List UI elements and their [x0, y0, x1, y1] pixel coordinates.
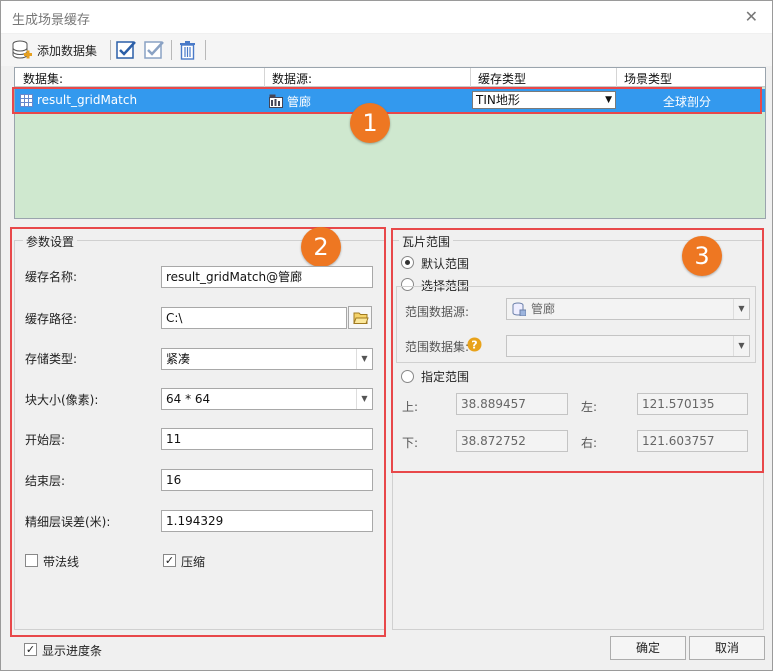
add-dataset-button[interactable]: 添加数据集 [11, 38, 97, 62]
top-input[interactable]: 38.889457 [456, 393, 568, 415]
cache-name-input[interactable]: result_gridMatch@管廊 [161, 266, 373, 288]
dialog-title: 生成场景缓存 [12, 13, 91, 28]
toolbar-separator [110, 40, 111, 60]
show-progress-label: 显示进度条 [42, 644, 103, 658]
annotation-badge-2: 2 [301, 227, 341, 267]
chevron-down-icon: ▼ [733, 336, 749, 356]
normal-checkbox[interactable] [25, 554, 38, 567]
bottom-label: 下: [402, 436, 419, 450]
close-icon[interactable]: ✕ [745, 7, 758, 26]
svg-text:?: ? [471, 339, 477, 352]
col-datasource[interactable]: 数据源: [272, 70, 312, 87]
left-label: 左: [581, 400, 598, 414]
checkbox-outline-icon [144, 41, 164, 59]
trash-icon [180, 41, 195, 60]
show-progress-checkbox[interactable]: ✓ [24, 643, 37, 656]
block-size-label: 块大小(像素): [25, 393, 99, 407]
dialog-window: 生成场景缓存 ✕ 添加数据集 数据集: 数据源: 缓存类型 场景类型 resul… [0, 0, 773, 671]
select-all-button[interactable] [115, 38, 137, 62]
cache-path-input[interactable]: C:\ [161, 307, 347, 329]
fine-error-input[interactable]: 1.194329 [161, 510, 373, 532]
specify-range-label: 指定范围 [421, 370, 470, 384]
toolbar-separator [171, 40, 172, 60]
column-divider [264, 68, 265, 87]
add-dataset-label: 添加数据集 [37, 43, 98, 58]
toolbar: 添加数据集 [1, 34, 772, 66]
annotation-badge-1: 1 [350, 103, 390, 143]
annotation-badge-3: 3 [682, 236, 722, 276]
column-divider [470, 68, 471, 87]
fine-error-label: 精细层误差(米): [25, 515, 111, 529]
specify-range-radio[interactable] [401, 370, 414, 383]
database-add-icon [12, 40, 32, 59]
normal-label: 带法线 [43, 555, 80, 569]
invert-select-button[interactable] [143, 38, 165, 62]
delete-button[interactable] [177, 38, 199, 62]
range-datasource-label: 范围数据源: [405, 305, 470, 319]
range-dataset-label: 范围数据集: [405, 340, 470, 354]
storage-type-value: 紧凑 [166, 352, 191, 366]
chevron-down-icon: ▼ [733, 299, 749, 319]
cancel-button[interactable]: 取消 [689, 636, 765, 660]
column-divider [616, 68, 617, 87]
annotation-box-1 [12, 87, 762, 114]
range-dataset-select[interactable]: ▼ [506, 335, 750, 357]
right-input[interactable]: 121.603757 [637, 430, 748, 452]
block-size-value: 64 * 64 [166, 392, 211, 406]
start-level-input[interactable]: 11 [161, 428, 373, 450]
col-cache-type[interactable]: 缓存类型 [478, 70, 526, 87]
col-scene-type[interactable]: 场景类型 [624, 70, 672, 87]
bottom-input[interactable]: 38.872752 [456, 430, 568, 452]
left-input[interactable]: 121.570135 [637, 393, 748, 415]
start-level-label: 开始层: [25, 433, 66, 447]
compress-checkbox[interactable]: ✓ [163, 554, 176, 567]
top-label: 上: [402, 400, 419, 414]
ok-button[interactable]: 确定 [610, 636, 686, 660]
datasource-icon [512, 302, 526, 316]
toolbar-separator [205, 40, 206, 60]
help-icon[interactable]: ? [467, 337, 482, 352]
compress-label: 压缩 [181, 555, 206, 569]
right-label: 右: [581, 436, 598, 450]
title-bar: 生成场景缓存 ✕ [1, 1, 772, 33]
col-dataset[interactable]: 数据集: [23, 70, 63, 87]
browse-button[interactable] [348, 306, 372, 329]
default-range-label: 默认范围 [421, 257, 470, 271]
folder-open-icon [353, 312, 369, 324]
cache-path-label: 缓存路径: [25, 312, 78, 326]
range-datasource-select[interactable]: 管廊 ▼ [506, 298, 750, 320]
storage-type-select[interactable]: 紧凑 ▼ [161, 348, 373, 370]
storage-type-label: 存储类型: [25, 352, 78, 366]
chevron-down-icon: ▼ [356, 389, 372, 409]
range-datasource-value: 管廊 [531, 302, 556, 316]
cache-name-label: 缓存名称: [25, 270, 78, 284]
checkbox-checked-icon [116, 41, 136, 59]
grid-header: 数据集: 数据源: 缓存类型 场景类型 [15, 68, 765, 87]
end-level-label: 结束层: [25, 474, 66, 488]
end-level-input[interactable]: 16 [161, 469, 373, 491]
block-size-select[interactable]: 64 * 64 ▼ [161, 388, 373, 410]
default-range-radio[interactable] [401, 256, 414, 269]
chevron-down-icon: ▼ [356, 349, 372, 369]
